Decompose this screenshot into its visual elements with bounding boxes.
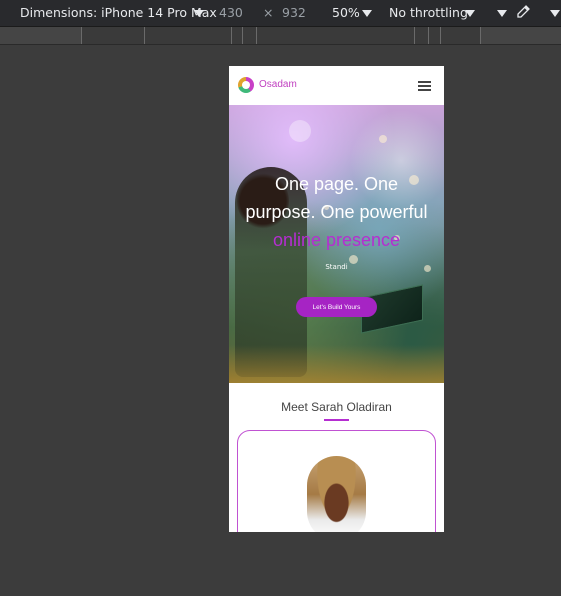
meet-heading: Meet Sarah Oladiran <box>281 400 392 414</box>
throttling-dropdown-chevron-icon[interactable] <box>465 10 475 17</box>
brand-logo-icon[interactable] <box>238 77 254 93</box>
zoom-select[interactable]: 50% <box>332 5 360 20</box>
heading-underline <box>324 419 349 421</box>
viewport-width-input[interactable]: 430 <box>219 5 243 20</box>
profile-card <box>237 430 436 532</box>
more-options-chevron-icon[interactable] <box>497 10 507 17</box>
throttling-select[interactable]: No throttling <box>389 5 468 20</box>
ruler-tick <box>414 27 415 44</box>
bokeh-light <box>289 120 311 142</box>
ruler-tick <box>242 27 243 44</box>
hero-title-line: purpose. One powerful <box>245 202 428 222</box>
brand-name[interactable]: Osadam <box>259 79 297 90</box>
hero-section: One page. One purpose. One powerful onli… <box>229 105 444 383</box>
dimensions-times-icon: × <box>263 5 274 20</box>
ruler-tick <box>256 27 257 44</box>
zoom-dropdown-chevron-icon[interactable] <box>362 10 372 17</box>
overflow-chevron-icon[interactable] <box>550 10 560 17</box>
device-dimensions-select[interactable]: Dimensions: iPhone 14 Pro Max <box>20 5 217 20</box>
ruler-tick <box>440 27 441 44</box>
site-header: Osadam <box>229 66 444 105</box>
hero-title-accent: online presence <box>272 230 401 250</box>
lets-build-yours-button[interactable]: Let's Build Yours <box>296 297 377 317</box>
ruler-tick <box>428 27 429 44</box>
hero-title-line: One page. One <box>274 174 399 194</box>
device-dropdown-chevron-icon[interactable] <box>194 10 204 17</box>
viewport-height-input[interactable]: 932 <box>282 5 306 20</box>
hero-subtitle: Standi <box>325 263 348 271</box>
ruler-tick <box>231 27 232 44</box>
bokeh-light <box>379 135 387 143</box>
devtools-toolbar: Dimensions: iPhone 14 Pro Max 430 × 932 … <box>0 0 561 27</box>
ruler-tick <box>81 27 82 44</box>
ruler-tick <box>144 27 145 44</box>
ruler-tick <box>480 27 481 44</box>
device-viewport: Osadam One page. One purpose. One powerf… <box>229 66 444 532</box>
media-query-ruler <box>0 27 561 45</box>
hero-background-glow <box>229 345 444 383</box>
ruler-segment <box>0 27 81 44</box>
ruler-segment <box>480 27 561 44</box>
profile-photo <box>307 456 366 532</box>
hero-title: One page. One purpose. One powerful onli… <box>229 170 444 254</box>
hamburger-menu-icon[interactable] <box>418 81 431 91</box>
eyedropper-icon[interactable] <box>515 4 531 20</box>
